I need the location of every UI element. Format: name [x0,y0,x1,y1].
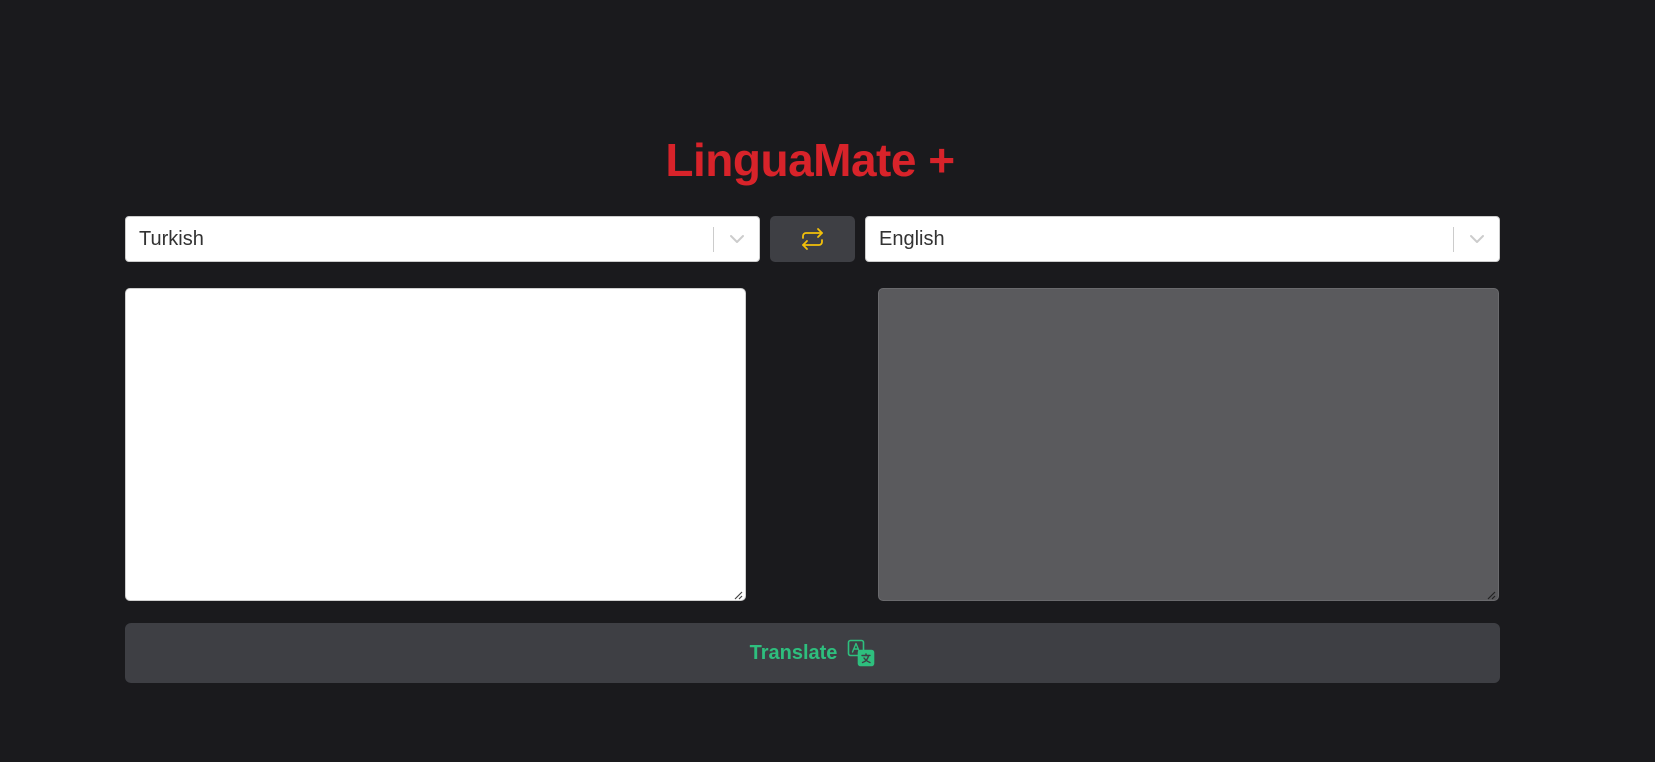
source-text-input[interactable] [125,288,746,601]
resize-grip-icon[interactable] [733,590,743,600]
source-language-select[interactable]: Turkish [125,216,760,262]
chevron-down-icon[interactable] [1467,229,1487,249]
resize-grip-icon[interactable] [1486,590,1496,600]
translate-button-content: Translate [125,623,1500,683]
translate-icon [848,639,875,667]
select-separator [713,227,714,252]
chevron-down-icon[interactable] [727,229,747,249]
source-language-value: Turkish [139,228,204,250]
app-root: LinguaMate + Turkish English Translate [0,0,1655,762]
swap-languages-button[interactable] [770,216,855,262]
translate-button-label: Translate [749,641,838,664]
select-separator [1453,227,1454,252]
page-title: LinguaMate + [665,134,955,186]
translate-button[interactable]: Translate [125,623,1500,683]
swap-arrows-icon [802,228,823,250]
target-language-select[interactable]: English [865,216,1500,262]
target-language-value: English [879,228,945,250]
translation-output [878,288,1499,601]
